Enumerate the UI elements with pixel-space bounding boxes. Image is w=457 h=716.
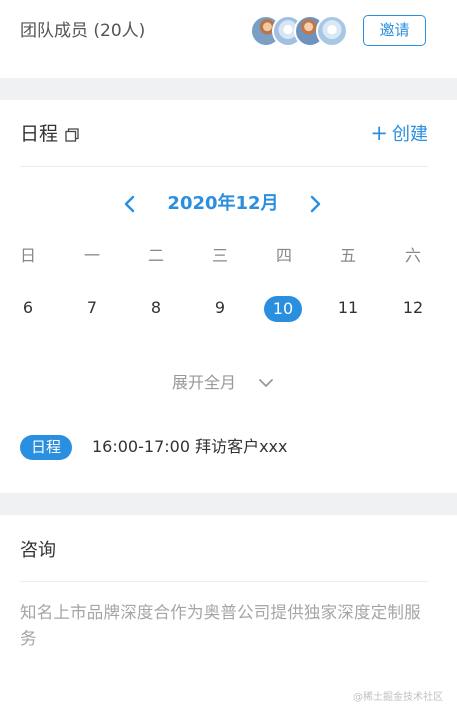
current-month-label: 2020年12月 — [167, 193, 279, 214]
calendar-day[interactable]: 11 — [328, 296, 368, 322]
calendar-day[interactable]: 12 — [393, 296, 433, 322]
chevron-right-icon[interactable] — [306, 194, 324, 214]
watermark: @稀土掘金技术社区 — [353, 692, 443, 703]
consult-section: 咨询 知名上市品牌深度合作为奥普公司提供独家深度定制服务 — [0, 515, 457, 716]
consult-title: 咨询 — [20, 540, 56, 561]
divider — [20, 581, 428, 582]
calendar-day[interactable]: 7 — [72, 296, 112, 322]
weekday-fri: 五 — [339, 246, 356, 265]
calendar-day[interactable]: 8 — [136, 296, 176, 322]
chevron-down-icon[interactable] — [258, 378, 274, 389]
weekday-sat: 六 — [404, 246, 421, 265]
schedule-title: 日程 — [20, 123, 59, 145]
calendar-day[interactable]: 9 — [200, 296, 240, 322]
chevron-left-icon[interactable] — [121, 194, 139, 214]
weekday-wed: 三 — [211, 246, 228, 265]
event-text: 16:00-17:00 拜访客户xxx — [92, 437, 288, 456]
create-label: 创建 — [392, 124, 428, 145]
weekday-mon: 一 — [83, 246, 100, 265]
divider — [20, 166, 428, 167]
event-badge: 日程 — [20, 435, 72, 460]
avatar — [316, 15, 348, 47]
section-gap — [0, 78, 457, 100]
calendar-day-selected[interactable]: 10 — [264, 296, 302, 322]
section-gap — [0, 493, 457, 515]
weekday-thu: 四 — [275, 246, 292, 265]
month-navigator: 2020年12月 — [0, 190, 457, 218]
team-members-bar: 团队成员 (20人) 邀请 — [0, 0, 457, 78]
team-members-title: 团队成员 (20人) — [20, 21, 146, 41]
schedule-section: 日程 + 创建 2020年12月 日 一 二 三 四 五 六 6 7 8 9 10… — [0, 100, 457, 493]
copy-icon[interactable] — [65, 128, 79, 142]
consult-description: 知名上市品牌深度合作为奥普公司提供独家深度定制服务 — [20, 603, 421, 648]
create-schedule-button[interactable]: + 创建 — [370, 121, 428, 147]
invite-button[interactable]: 邀请 — [363, 15, 426, 46]
expand-month-button[interactable]: 展开全月 — [172, 372, 236, 394]
weekday-tue: 二 — [147, 246, 164, 265]
calendar-day[interactable]: 6 — [8, 296, 48, 322]
avatar-group[interactable] — [250, 15, 350, 47]
weekday-sun: 日 — [19, 246, 36, 265]
plus-icon: + — [370, 121, 388, 145]
